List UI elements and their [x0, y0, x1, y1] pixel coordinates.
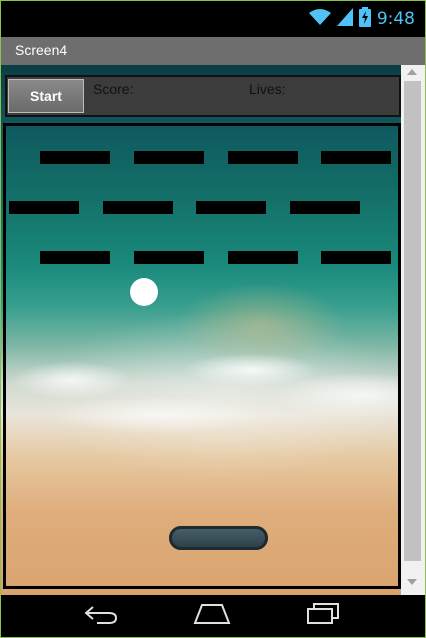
- status-icons: 9:48: [308, 6, 415, 32]
- scroll-down-icon[interactable]: [407, 579, 417, 585]
- home-button[interactable]: [192, 603, 232, 629]
- brick: [228, 251, 298, 264]
- status-time: 9:48: [376, 9, 415, 29]
- wifi-icon: [308, 8, 331, 31]
- brick: [40, 151, 110, 164]
- brick: [228, 151, 298, 164]
- signal-icon: [336, 7, 353, 31]
- brick: [321, 251, 391, 264]
- brick: [196, 201, 266, 214]
- ball: [130, 278, 158, 306]
- game-canvas[interactable]: [3, 123, 401, 589]
- battery-charging-icon: [358, 6, 371, 32]
- brick: [134, 151, 204, 164]
- brick: [103, 201, 173, 214]
- status-bar: 9:48: [1, 1, 425, 37]
- brick: [40, 251, 110, 264]
- screen-title: Screen4: [15, 42, 68, 58]
- vertical-scrollbar[interactable]: [401, 65, 425, 595]
- back-button[interactable]: [81, 603, 121, 629]
- brick: [9, 201, 79, 214]
- brick: [321, 151, 391, 164]
- lives-label: Lives:: [249, 81, 286, 97]
- score-label: Score:: [93, 81, 134, 97]
- scroll-thumb[interactable]: [404, 81, 421, 561]
- content-area: Start Score: Lives:: [1, 65, 425, 595]
- title-bar: Screen4: [1, 37, 425, 65]
- back-icon: [83, 603, 119, 630]
- recents-button[interactable]: [303, 602, 343, 630]
- recents-icon: [305, 602, 341, 630]
- brick: [134, 251, 204, 264]
- phone-screen: 9:48 Screen4 Start Score: Lives:: [0, 0, 426, 638]
- game-toolbar: Start Score: Lives:: [5, 75, 401, 117]
- start-button[interactable]: Start: [8, 79, 84, 113]
- paddle[interactable]: [169, 526, 268, 550]
- brick: [290, 201, 360, 214]
- home-icon: [193, 603, 231, 630]
- scroll-up-icon[interactable]: [407, 69, 417, 75]
- navigation-bar: [1, 595, 425, 637]
